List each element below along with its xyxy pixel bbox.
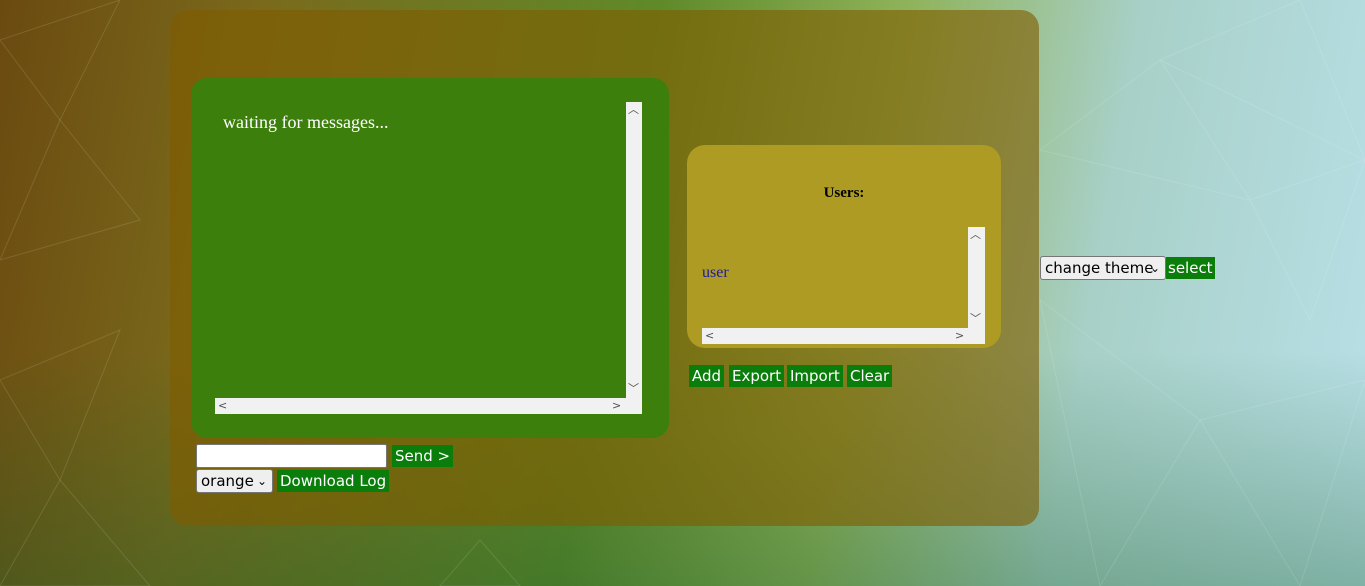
scroll-right-icon[interactable]: > [612, 400, 621, 411]
message-log[interactable] [215, 101, 642, 414]
users-horizontal-scrollbar[interactable] [702, 328, 985, 344]
message-status: waiting for messages... [223, 112, 389, 132]
color-select-value: orange [201, 472, 254, 490]
scroll-left-icon[interactable]: < [705, 330, 714, 341]
users-title: Users: [823, 185, 865, 201]
message-horizontal-scrollbar[interactable] [215, 398, 642, 414]
user-list-item[interactable]: user [702, 264, 729, 282]
scroll-left-icon[interactable]: < [218, 400, 227, 411]
theme-select[interactable]: change theme ⌄ [1040, 256, 1166, 280]
chevron-down-icon: ⌄ [1149, 261, 1160, 275]
message-input[interactable] [196, 444, 387, 468]
send-button[interactable]: Send > [392, 445, 454, 467]
theme-select-button[interactable]: select [1166, 257, 1215, 279]
export-button[interactable]: Export [729, 365, 785, 387]
download-log-button[interactable]: Download Log [277, 470, 390, 492]
scroll-right-icon[interactable]: > [955, 330, 964, 341]
clear-button[interactable]: Clear [847, 365, 893, 387]
scroll-down-icon[interactable]: ﹀ [970, 313, 981, 324]
scroll-up-icon[interactable]: ︿ [628, 104, 639, 115]
color-select[interactable]: orange ⌄ [196, 469, 273, 493]
chevron-down-icon: ⌄ [256, 474, 267, 488]
users-panel [687, 145, 1001, 348]
scroll-down-icon[interactable]: ﹀ [628, 383, 639, 394]
add-user-button[interactable]: Add [689, 365, 725, 387]
theme-select-value: change theme [1045, 259, 1154, 277]
import-button[interactable]: Import [787, 365, 843, 387]
scroll-up-icon[interactable]: ︿ [970, 229, 981, 240]
message-vertical-scrollbar[interactable] [626, 102, 642, 398]
